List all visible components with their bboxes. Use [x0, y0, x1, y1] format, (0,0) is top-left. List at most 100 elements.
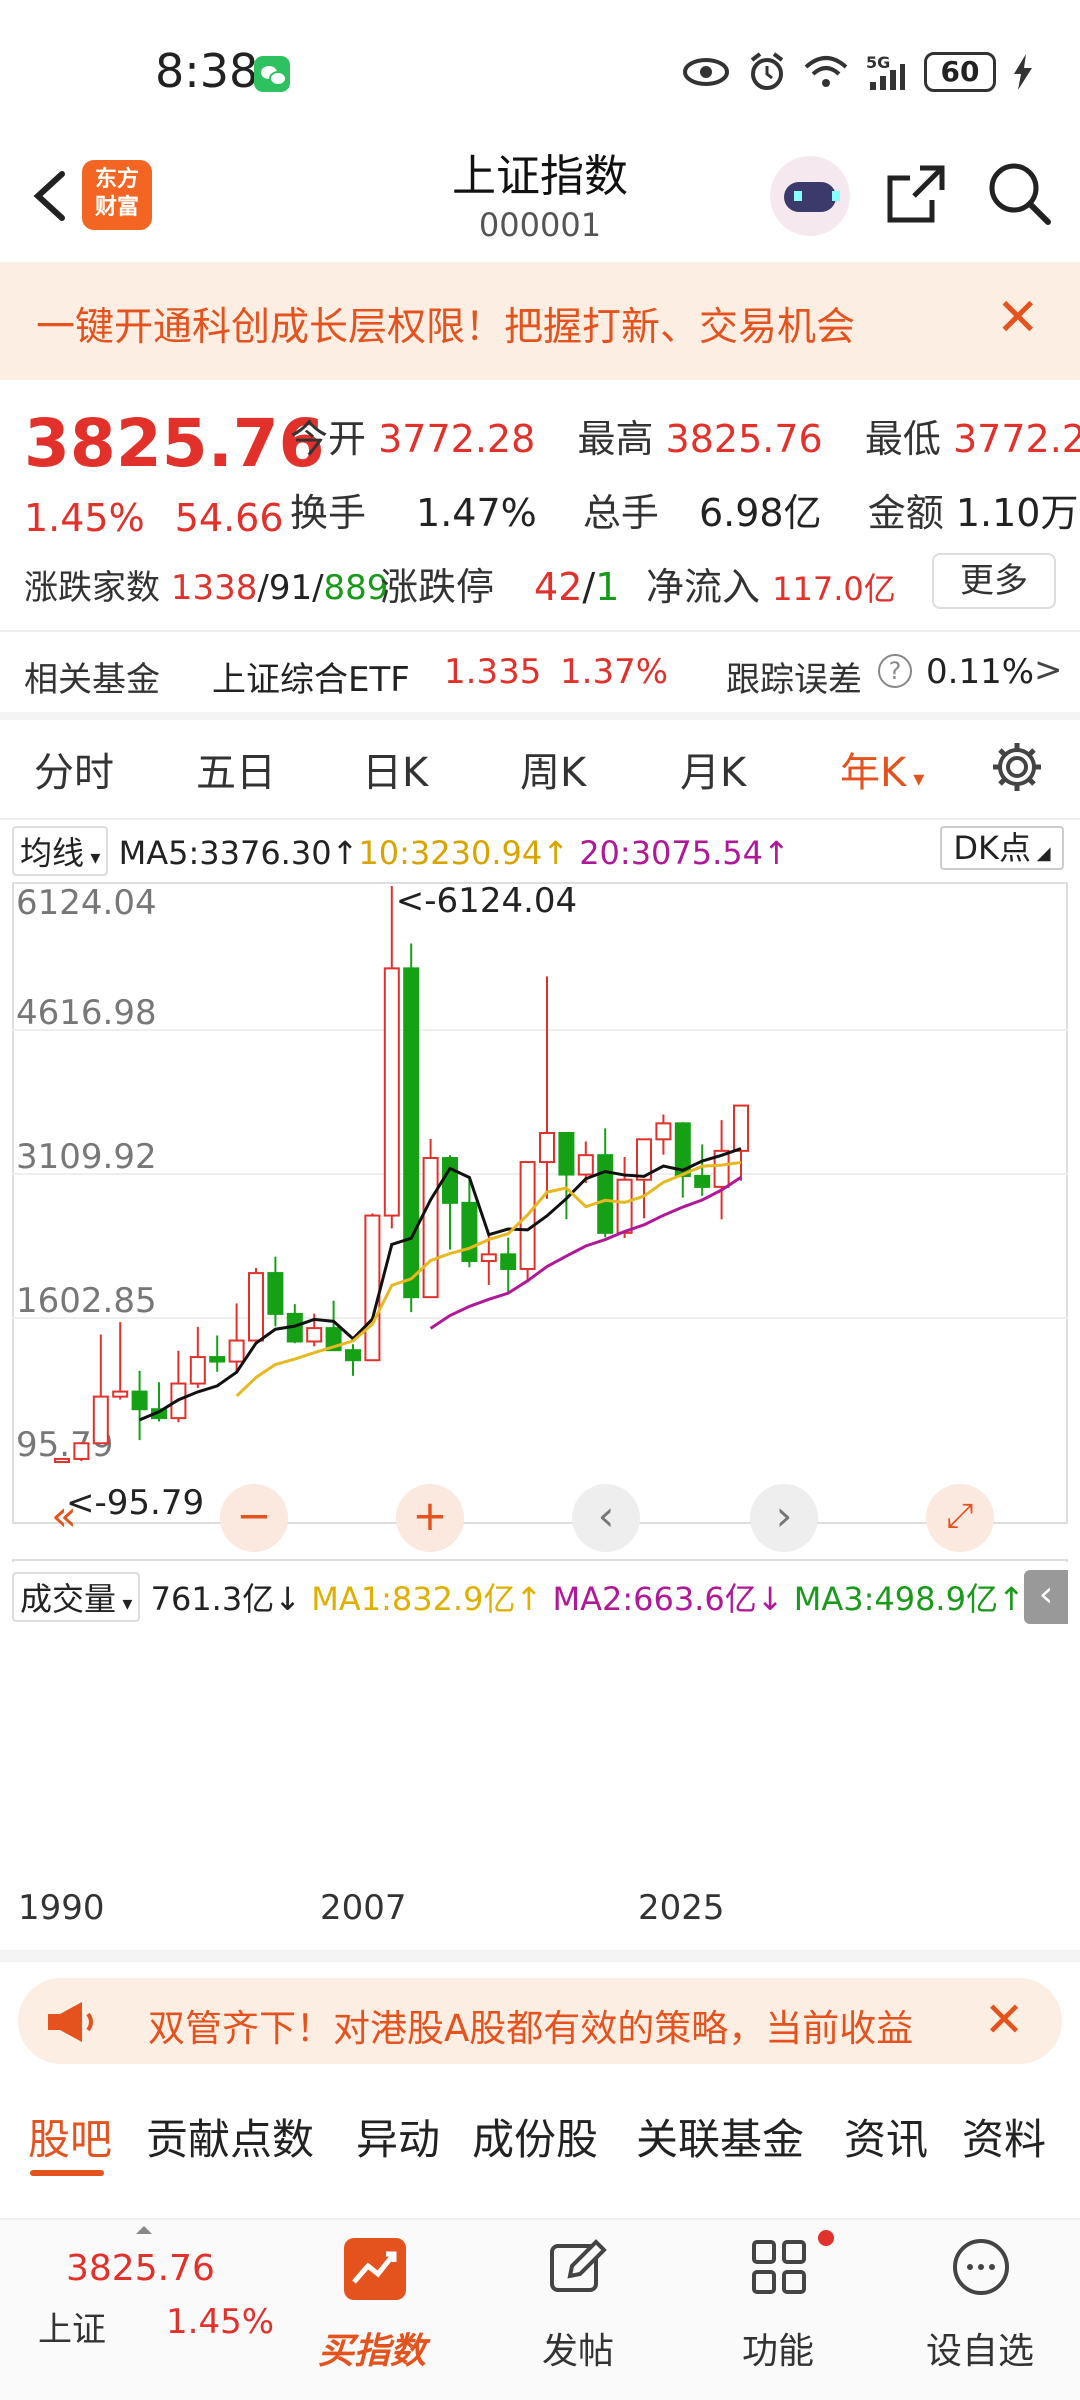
updown-count: 涨跌家数 1338/91/889: [24, 568, 389, 608]
share-icon[interactable]: [884, 162, 948, 226]
candle-body: [306, 1327, 323, 1343]
bottom-index-pct[interactable]: 1.45%: [166, 2302, 274, 2342]
gear-icon[interactable]: [990, 740, 1044, 794]
tab-forum[interactable]: 股吧: [28, 2106, 112, 2167]
related-fund-row[interactable]: 相关基金 上证综合ETF 1.335 1.37% 跟踪误差 ? 0.11% >: [0, 640, 1080, 710]
x-label-end: 2025: [638, 1888, 725, 1928]
zoom-out-button[interactable]: −: [220, 1484, 288, 1552]
tab-weekly[interactable]: 周K: [520, 740, 586, 798]
x-label-start: 1990: [18, 1888, 105, 1928]
more-button[interactable]: 更多: [932, 553, 1056, 609]
candle-body: [345, 1349, 361, 1362]
candle-body: [733, 1104, 749, 1152]
candle-body: [54, 1457, 70, 1463]
function-button[interactable]: 功能: [742, 2322, 814, 2374]
tab-constituents[interactable]: 成份股: [472, 2106, 598, 2167]
close-icon[interactable]: ✕: [996, 292, 1040, 344]
tab-profile[interactable]: 资料: [962, 2106, 1046, 2167]
quote-row-2: 换手1.47% 总手6.98亿 金额 1.10万亿: [290, 491, 1080, 535]
active-tab-underline: [30, 2170, 104, 2176]
candle-body: [189, 1356, 206, 1385]
chevron-right-icon: >: [1034, 650, 1063, 690]
quote-row-1: 今开 3772.28 最高 3825.76 最低 3772.28: [290, 417, 1080, 461]
candle-body: [558, 1132, 575, 1176]
candle-body: [131, 1390, 148, 1411]
net-inflow: 净流入 117.0亿: [646, 565, 896, 609]
promo-text[interactable]: 双管齐下！对港股A股都有效的策略，当前收益: [148, 1998, 968, 2052]
period-tabs: 分时 五日 日K 周K 月K 年K ▾: [0, 720, 1080, 820]
wechat-icon: [254, 56, 290, 92]
bottom-index-price[interactable]: 3825.76: [66, 2248, 215, 2289]
signal-5g-icon: 5G: [866, 53, 905, 90]
ai-robot-icon[interactable]: [770, 156, 850, 236]
candle-body: [539, 1132, 555, 1164]
volume-pane-frame: [12, 1559, 1068, 1562]
tab-news[interactable]: 资讯: [844, 2106, 928, 2167]
candle-body: [422, 1157, 439, 1299]
collapse-panel-button[interactable]: ‹: [1024, 1570, 1068, 1624]
watchlist-icon[interactable]: [950, 2236, 1012, 2298]
grid-function-icon[interactable]: [748, 2236, 810, 2298]
y-tick-label: 1602.85: [16, 1281, 157, 1321]
add-watchlist-button[interactable]: 设自选: [926, 2322, 1034, 2374]
scroll-right-button[interactable]: ›: [750, 1484, 818, 1552]
buy-index-button[interactable]: 买指数: [318, 2322, 426, 2374]
tab-monthly[interactable]: 月K: [680, 740, 746, 798]
candle-body: [442, 1157, 458, 1204]
kline-chart[interactable]: 6124.044616.983109.921602.8595.79<-6124.…: [12, 882, 1068, 1562]
tab-anomaly[interactable]: 异动: [356, 2106, 440, 2167]
bottom-nav: [0, 2218, 1080, 2400]
tab-5day[interactable]: 五日: [196, 740, 276, 798]
dk-point-button[interactable]: DK点 ◢: [940, 826, 1064, 870]
help-icon[interactable]: ?: [878, 654, 912, 688]
status-time: 8:38: [155, 44, 259, 98]
promo-banner[interactable]: 一键开通科创成长层权限！把握打新、交易机会 ✕: [0, 262, 1080, 380]
tab-related-funds[interactable]: 关联基金: [636, 2106, 804, 2167]
tab-daily[interactable]: 日K: [362, 740, 428, 798]
zoom-in-button[interactable]: +: [396, 1484, 464, 1552]
tab-yearly[interactable]: 年K ▾: [840, 740, 924, 798]
candle-body: [267, 1272, 284, 1315]
promo-strip[interactable]: 双管齐下！对港股A股都有效的策略，当前收益 ✕: [18, 1978, 1062, 2064]
candle-body: [461, 1201, 478, 1263]
price-change: 1.45% 54.66: [24, 496, 284, 540]
limit-count: 涨跌停 42/1: [380, 565, 620, 609]
y-tick-label: 6124.04: [16, 883, 157, 923]
candle-body: [616, 1178, 633, 1234]
volume-selector[interactable]: 成交量 ▾: [12, 1572, 141, 1622]
candle-body: [500, 1253, 517, 1270]
trend-icon[interactable]: [344, 2238, 406, 2300]
scroll-left-button[interactable]: ‹: [572, 1484, 640, 1552]
promo-close-icon[interactable]: ✕: [984, 1992, 1024, 2048]
candle-body: [73, 1442, 90, 1460]
candle-body: [364, 1214, 381, 1362]
tab-intraday[interactable]: 分时: [34, 740, 114, 798]
wifi-icon: [804, 56, 848, 87]
search-icon[interactable]: [986, 160, 1052, 226]
candle-body: [209, 1356, 226, 1363]
battery-icon: 60: [924, 52, 996, 92]
edit-post-icon[interactable]: [546, 2236, 608, 2298]
banner-text[interactable]: 一键开通科创成长层权限！把握打新、交易机会: [36, 296, 855, 352]
notification-dot: [818, 2230, 834, 2246]
charging-icon: [1014, 54, 1032, 90]
candle-body: [480, 1253, 497, 1263]
up-caret-icon: [136, 2226, 152, 2234]
ma-selector[interactable]: 均线 ▾: [12, 826, 109, 876]
candle-body: [92, 1395, 109, 1445]
current-price: 3825.76: [24, 405, 325, 482]
y-tick-label: 3109.92: [16, 1137, 157, 1177]
candle-body: [383, 967, 400, 1217]
bottom-index-name[interactable]: 上证: [38, 2302, 106, 2351]
post-button[interactable]: 发帖: [542, 2322, 614, 2374]
fullscreen-icon[interactable]: ⤢: [926, 1484, 994, 1552]
candle-body: [228, 1339, 245, 1363]
candle-body: [403, 967, 420, 1299]
x-label-mid: 2007: [320, 1888, 407, 1928]
tab-contribution[interactable]: 贡献点数: [146, 2106, 314, 2167]
price-pane-frame: [12, 882, 1068, 1524]
rewind-icon[interactable]: «: [30, 1484, 98, 1552]
candle-body: [577, 1154, 594, 1176]
candle-body: [655, 1122, 672, 1141]
megaphone-icon: [48, 2002, 93, 2042]
